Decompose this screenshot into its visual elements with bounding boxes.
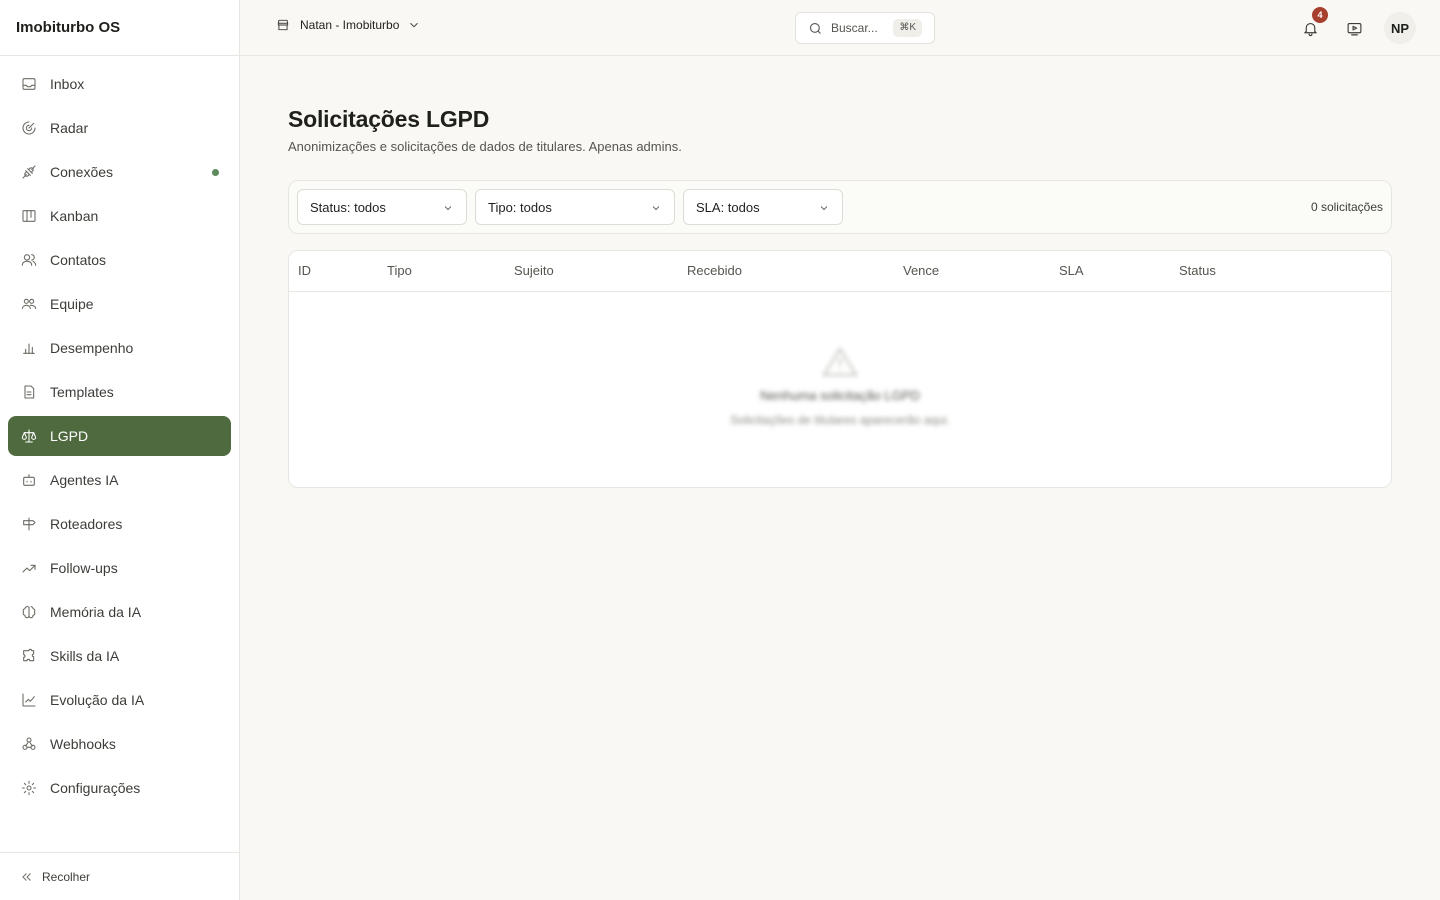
sidebar-item-roteadores[interactable]: Roteadores — [8, 504, 231, 544]
inbox-icon — [20, 75, 38, 93]
connection-status-dot — [212, 169, 219, 176]
tipo-filter[interactable]: Tipo: todos — [475, 189, 675, 225]
sidebar-item-label: Evolução da IA — [50, 692, 145, 708]
store-icon — [277, 19, 289, 31]
filters-bar: Status: todos Tipo: todos SLA: todos 0 s… — [288, 180, 1392, 234]
sidebar-item-contatos[interactable]: Contatos — [8, 240, 231, 280]
warning-icon — [822, 347, 858, 377]
brain-icon — [20, 603, 38, 621]
puzzle-icon — [20, 647, 38, 665]
notifications-button[interactable]: 4 — [1298, 7, 1328, 40]
column-header-id[interactable]: ID — [298, 263, 311, 278]
status-filter[interactable]: Status: todos — [297, 189, 467, 225]
column-header-recebido[interactable]: Recebido — [687, 263, 742, 278]
sidebar-item-label: Follow-ups — [50, 560, 118, 576]
trend-arrow-icon — [20, 559, 38, 577]
sidebar-item-kanban[interactable]: Kanban — [8, 196, 231, 236]
sidebar-item-templates[interactable]: Templates — [8, 372, 231, 412]
sidebar-item-inbox[interactable]: Inbox — [8, 64, 231, 104]
search-shortcut: ⌘K — [893, 19, 922, 37]
avatar[interactable]: NP — [1384, 12, 1416, 44]
collapse-label: Recolher — [42, 869, 91, 884]
sidebar-item-radar[interactable]: Radar — [8, 108, 231, 148]
empty-state-title: Nenhuma solicitação LGPD — [760, 388, 920, 403]
sidebar-item-lgpd[interactable]: LGPD — [8, 416, 231, 456]
chevron-down-icon — [820, 206, 828, 211]
sla-filter[interactable]: SLA: todos — [683, 189, 843, 225]
topbar: Natan - Imobiturbo Buscar... ⌘K 4 NP — [240, 0, 1440, 56]
chevron-down-icon — [652, 206, 660, 211]
sidebar-item-label: Skills da IA — [50, 648, 120, 664]
sidebar-item-label: Agentes IA — [50, 472, 119, 488]
page-subtitle: Anonimizações e solicitações de dados de… — [288, 139, 682, 154]
sidebar-item-memoria-ia[interactable]: Memória da IA — [8, 592, 231, 632]
search-input[interactable]: Buscar... ⌘K — [795, 12, 935, 44]
chevron-down-icon — [410, 22, 419, 28]
sidebar-item-label: Configurações — [50, 780, 141, 796]
sidebar-item-skills-ia[interactable]: Skills da IA — [8, 636, 231, 676]
team-icon — [20, 295, 38, 313]
search-icon — [809, 22, 821, 34]
sla-filter-value: SLA: todos — [696, 199, 760, 215]
requests-table: ID Tipo Sujeito Recebido Vence SLA Statu… — [288, 250, 1392, 488]
main-content: Solicitações LGPD Anonimizações e solici… — [288, 106, 1392, 488]
search-placeholder: Buscar... — [831, 21, 878, 35]
column-header-sujeito[interactable]: Sujeito — [514, 263, 554, 278]
webhook-icon — [20, 735, 38, 753]
kanban-icon — [20, 207, 38, 225]
sidebar-item-label: Inbox — [50, 76, 85, 92]
sidebar-item-webhooks[interactable]: Webhooks — [8, 724, 231, 764]
sidebar-item-evolucao-ia[interactable]: Evolução da IA — [8, 680, 231, 720]
bar-chart-icon — [20, 339, 38, 357]
sidebar-item-label: Webhooks — [50, 736, 116, 752]
sidebar: Imobiturbo OS Inbox Radar Conexões Kanba… — [0, 0, 240, 900]
chevron-down-icon — [444, 206, 452, 211]
sidebar-item-label: Templates — [50, 384, 114, 400]
workspace-switcher[interactable]: Natan - Imobiturbo — [276, 18, 421, 32]
empty-state: Nenhuma solicitação LGPD Solicitações de… — [289, 347, 1391, 427]
sidebar-item-label: Conexões — [50, 164, 114, 180]
page-title: Solicitações LGPD — [288, 106, 490, 132]
chevrons-left-icon — [22, 872, 31, 881]
file-text-icon — [20, 383, 38, 401]
sidebar-item-label: Memória da IA — [50, 604, 142, 620]
sidebar-item-follow-ups[interactable]: Follow-ups — [8, 548, 231, 588]
sidebar-item-label: Desempenho — [50, 340, 134, 356]
app-title: Imobiturbo OS — [0, 0, 239, 56]
gear-icon — [20, 779, 38, 797]
sidebar-item-agentes-ia[interactable]: Agentes IA — [8, 460, 231, 500]
sidebar-item-label: Equipe — [50, 296, 94, 312]
column-header-status[interactable]: Status — [1179, 263, 1216, 278]
scale-icon — [20, 427, 38, 445]
sidebar-nav: Inbox Radar Conexões Kanban Contatos Equ… — [0, 56, 239, 820]
column-header-vence[interactable]: Vence — [903, 263, 939, 278]
sidebar-item-label: Contatos — [50, 252, 107, 268]
sidebar-item-label: Roteadores — [50, 516, 123, 532]
signpost-icon — [20, 515, 38, 533]
workspace-name: Natan - Imobiturbo — [300, 18, 400, 32]
column-header-sla[interactable]: SLA — [1059, 263, 1084, 278]
bot-icon — [20, 471, 38, 489]
status-filter-value: Status: todos — [310, 199, 386, 215]
table-header: ID Tipo Sujeito Recebido Vence SLA Statu… — [289, 251, 1391, 292]
sidebar-item-label: Radar — [50, 120, 89, 136]
radar-icon — [20, 119, 38, 137]
sidebar-item-label: Kanban — [50, 208, 99, 224]
sidebar-item-configuracoes[interactable]: Configurações — [8, 768, 231, 808]
sidebar-item-conexoes[interactable]: Conexões — [8, 152, 231, 192]
sidebar-item-equipe[interactable]: Equipe — [8, 284, 231, 324]
notifications-badge: 4 — [1312, 7, 1328, 23]
tipo-filter-value: Tipo: todos — [488, 199, 552, 215]
tutorial-button[interactable] — [1342, 16, 1366, 40]
contacts-icon — [20, 251, 38, 269]
column-header-tipo[interactable]: Tipo — [387, 263, 412, 278]
collapse-sidebar-button[interactable]: Recolher — [0, 852, 240, 900]
requests-count: 0 solicitações — [1310, 200, 1383, 214]
plug-icon — [20, 163, 38, 181]
line-chart-icon — [20, 691, 38, 709]
empty-state-description: Solicitações de titulares aparecerão aqu… — [730, 413, 950, 427]
sidebar-item-desempenho[interactable]: Desempenho — [8, 328, 231, 368]
video-icon — [1347, 22, 1361, 35]
sidebar-item-label: LGPD — [50, 428, 89, 444]
